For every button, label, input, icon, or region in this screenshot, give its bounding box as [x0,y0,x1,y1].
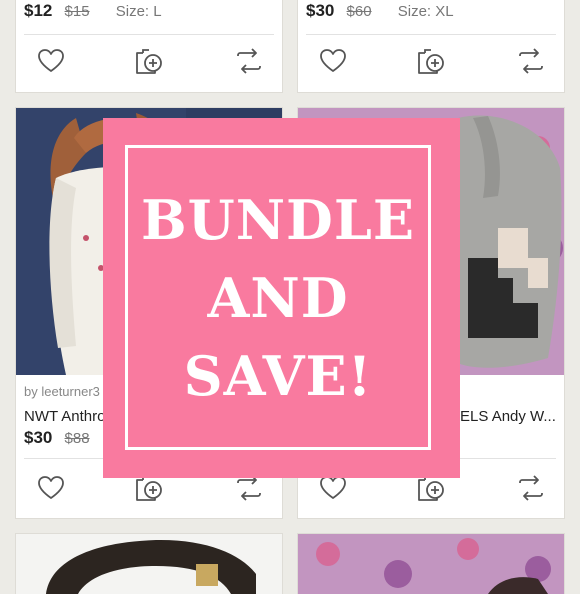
seller-name[interactable]: by leeturner3 [24,384,100,399]
listing-original-price: $60 [346,3,372,20]
listing-original-price: $15 [64,3,90,20]
bundle-add-icon[interactable] [134,46,164,76]
listing-photo-image [16,534,282,594]
promo-line: SAVE! [183,343,373,408]
heart-icon[interactable] [36,473,66,503]
listing-photo[interactable] [298,534,564,594]
listing-photo-image [298,534,564,594]
divider [24,34,274,35]
promo-line: BUNDLE [140,187,416,252]
listing-size: Size: L [115,3,162,20]
share-icon[interactable] [516,473,546,503]
listing-card[interactable]: $12 $15 Size: L [16,0,282,92]
bundle-promo-banner: BUNDLE AND SAVE! [103,118,460,478]
price-line: $30 $88 [24,428,90,448]
listing-original-price: $88 [64,430,90,447]
listing-price: $30 [306,1,335,20]
promo-line: AND [207,265,349,330]
price-line: $30 $60 Size: XL [306,1,454,21]
listing-size: Size: XL [397,3,454,20]
heart-icon[interactable] [318,46,348,76]
listing-price: $12 [24,1,53,20]
listing-card[interactable] [16,534,282,594]
heart-icon[interactable] [36,46,66,76]
listing-card[interactable]: $30 $60 Size: XL [298,0,564,92]
promo-frame: BUNDLE AND SAVE! [125,145,431,450]
divider [306,34,556,35]
listing-price: $30 [24,428,53,447]
share-icon[interactable] [234,46,264,76]
price-line: $12 $15 Size: L [24,1,162,21]
listing-photo[interactable] [16,534,282,594]
listing-title[interactable]: ELS Andy W... [460,408,560,425]
listing-card[interactable] [298,534,564,594]
share-icon[interactable] [516,46,546,76]
bundle-add-icon[interactable] [416,46,446,76]
